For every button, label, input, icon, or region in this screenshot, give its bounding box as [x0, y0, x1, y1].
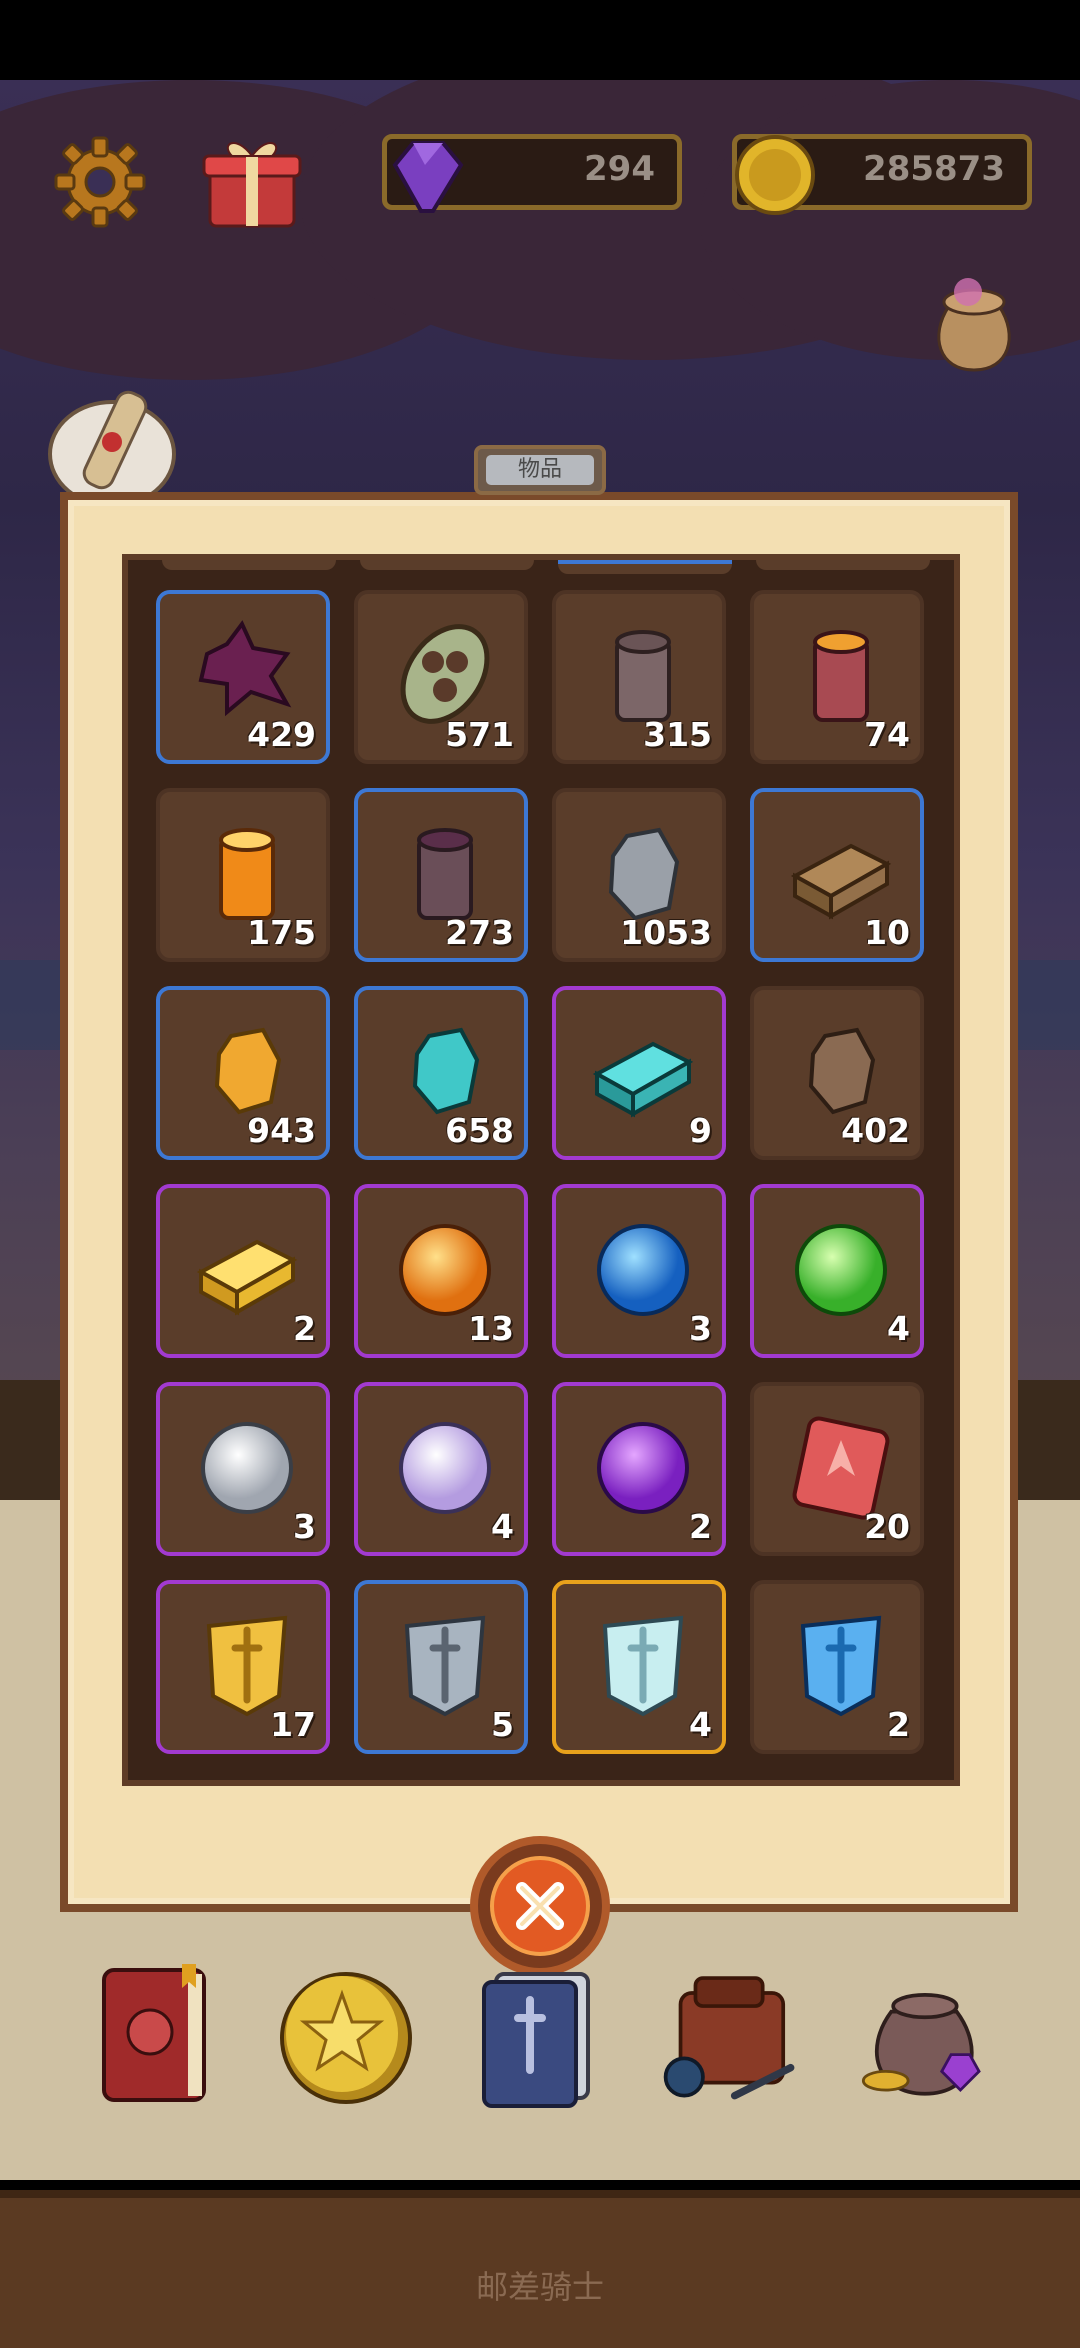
item-count: 4	[887, 1309, 910, 1348]
item-count: 402	[841, 1111, 910, 1150]
star-coin-icon[interactable]	[276, 1960, 416, 2110]
item-count: 17	[270, 1705, 316, 1744]
inventory-slot[interactable]: 175	[156, 788, 330, 962]
lavender-orb-icon	[399, 1422, 491, 1514]
treasure-bag-icon[interactable]	[854, 1960, 994, 2110]
blue-orb-icon	[597, 1224, 689, 1316]
inventory-slot[interactable]: 943	[156, 986, 330, 1160]
inventory-slot[interactable]: 658	[354, 986, 528, 1160]
inventory-slot[interactable]: 402	[750, 986, 924, 1160]
item-count: 571	[445, 715, 514, 754]
item-count: 13	[468, 1309, 514, 1348]
inventory-slot[interactable]: 2	[156, 1184, 330, 1358]
inventory-slot[interactable]: 4	[552, 1580, 726, 1754]
purple-orb-icon	[597, 1422, 689, 1514]
cyan-ingot-icon	[592, 1041, 694, 1118]
inventory-slot[interactable]: 2	[750, 1580, 924, 1754]
item-count: 658	[445, 1111, 514, 1150]
gem-count: 294	[584, 149, 655, 189]
card-deck-icon[interactable]	[470, 1960, 610, 2110]
inventory-slot[interactable]: 2	[552, 1382, 726, 1556]
close-icon	[490, 1856, 590, 1956]
gold-coin-icon	[735, 135, 815, 215]
item-count: 1053	[620, 913, 712, 952]
settings-gear-icon[interactable]	[50, 132, 150, 232]
inventory-slot[interactable]: 429	[156, 590, 330, 764]
panel-title-tab: 物品	[474, 445, 606, 495]
item-count: 175	[247, 913, 316, 952]
item-count: 3	[689, 1309, 712, 1348]
item-count: 74	[864, 715, 910, 754]
game-title: 邮差骑士	[475, 2268, 604, 2306]
silver-sword-crest-icon	[404, 1615, 486, 1717]
green-orb-icon	[795, 1224, 887, 1316]
inventory-slot[interactable]: 273	[354, 788, 528, 962]
coin-counter: 285873	[732, 134, 1032, 215]
panel-title: 物品	[486, 455, 594, 485]
spellbook-icon[interactable]	[88, 1960, 228, 2110]
inventory-slot[interactable]: 9	[552, 986, 726, 1160]
inventory-slot[interactable]: 10	[750, 788, 924, 962]
item-count: 273	[445, 913, 514, 952]
item-count: 10	[864, 913, 910, 952]
inventory-slot[interactable]: 17	[156, 1580, 330, 1754]
inventory-slot[interactable]: 4	[750, 1184, 924, 1358]
item-count: 2	[887, 1705, 910, 1744]
white-orb-icon	[201, 1422, 293, 1514]
inventory-slot[interactable]: 3	[552, 1184, 726, 1358]
item-count: 315	[643, 715, 712, 754]
inventory-slot[interactable]: 1053	[552, 788, 726, 962]
purple-gem-icon	[392, 141, 464, 213]
gold-ingot-icon	[196, 1239, 298, 1316]
inventory-slot[interactable]: 3	[156, 1382, 330, 1556]
gem-counter: 294	[382, 134, 682, 213]
item-count: 429	[247, 715, 316, 754]
item-count: 3	[293, 1507, 316, 1546]
ice-sword-crest-icon	[602, 1615, 684, 1717]
coin-count: 285873	[863, 149, 1005, 189]
item-count: 5	[491, 1705, 514, 1744]
item-count: 2	[689, 1507, 712, 1546]
inventory-slot[interactable]: 74	[750, 590, 924, 764]
inventory-slot[interactable]: 315	[552, 590, 726, 764]
item-count: 4	[491, 1507, 514, 1546]
pouch-bag-icon[interactable]	[924, 266, 1024, 376]
inventory-slot[interactable]: 20	[750, 1382, 924, 1556]
inventory-slot[interactable]: 5	[354, 1580, 528, 1754]
inventory-slot[interactable]: 13	[354, 1184, 528, 1358]
close-button[interactable]	[470, 1836, 610, 1976]
item-count: 9	[689, 1111, 712, 1150]
item-count: 20	[864, 1507, 910, 1546]
blue-sword-crest-icon	[800, 1615, 882, 1717]
scroll-mail-icon[interactable]	[40, 380, 190, 510]
status-bar	[0, 0, 1080, 80]
backpack-icon[interactable]	[660, 1960, 800, 2110]
item-count: 943	[247, 1111, 316, 1150]
gift-box-icon[interactable]	[196, 124, 308, 234]
inventory-slot[interactable]: 4	[354, 1382, 528, 1556]
item-count: 2	[293, 1309, 316, 1348]
inventory-slot[interactable]: 571	[354, 590, 528, 764]
item-count: 4	[689, 1705, 712, 1744]
